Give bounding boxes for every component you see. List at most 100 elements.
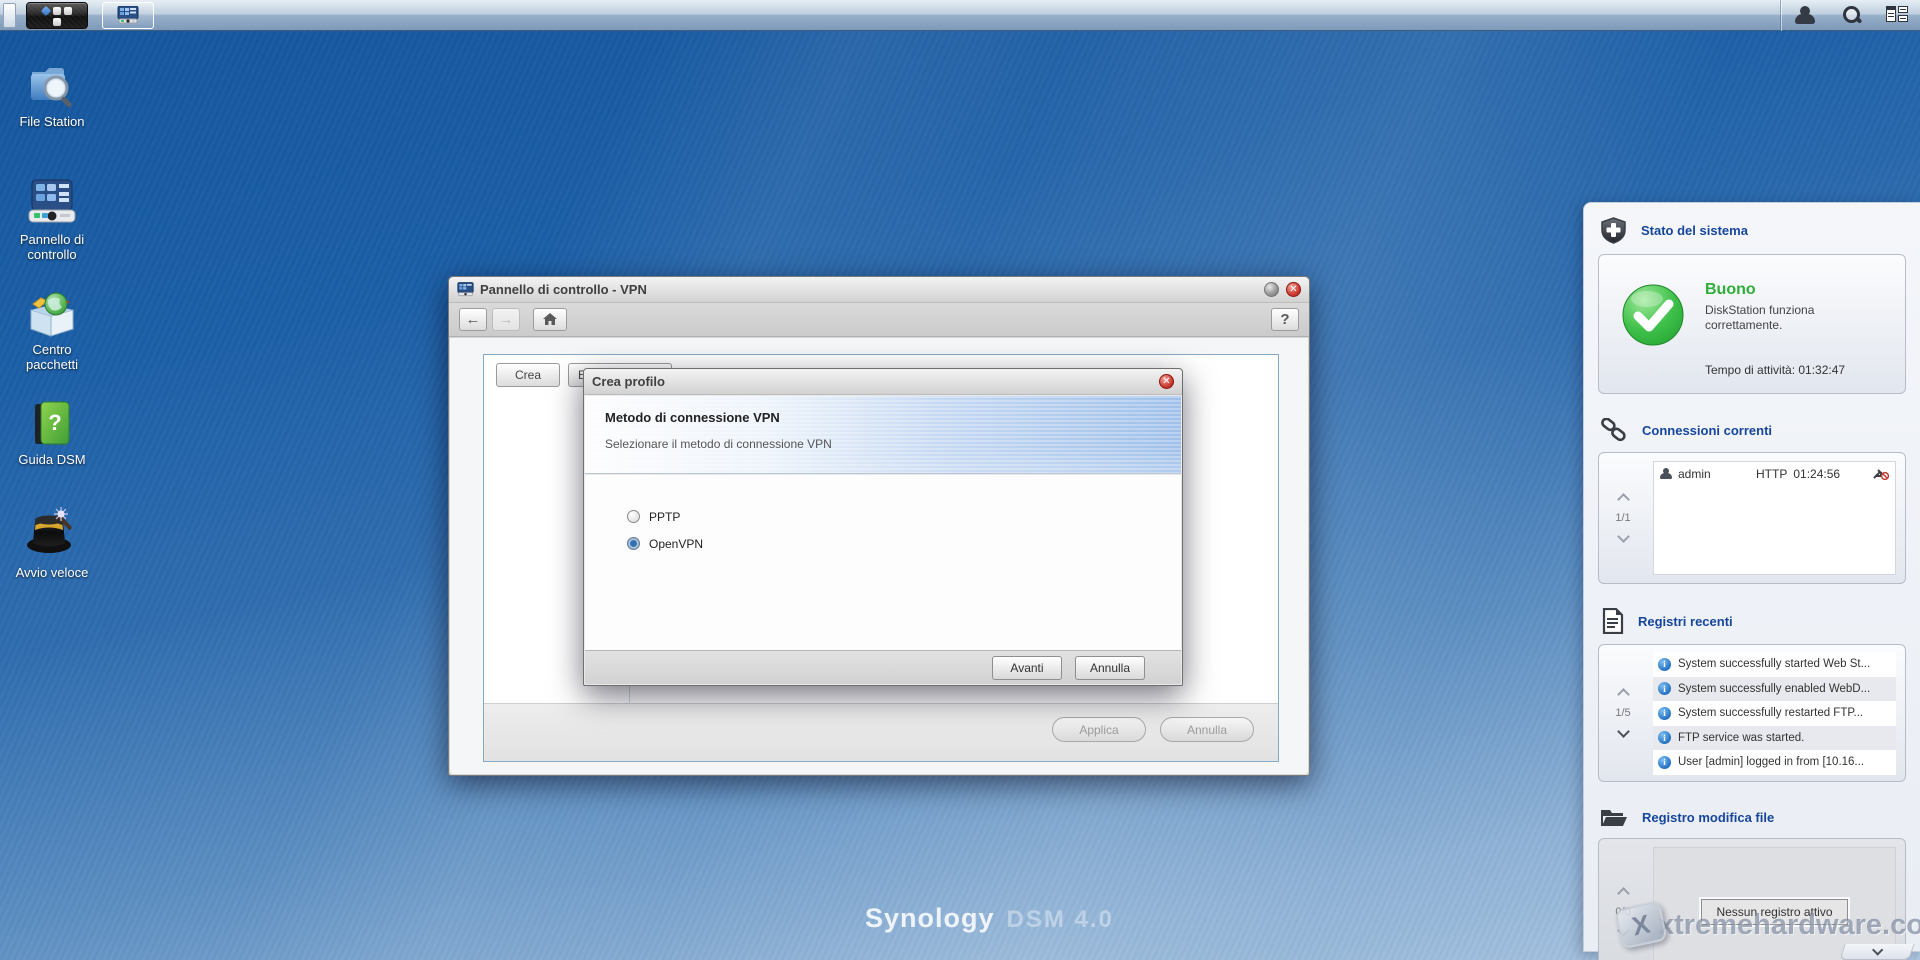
dsm-watermark: Synology DSM 4.0 xyxy=(865,903,1114,934)
control-panel-icon xyxy=(0,178,104,228)
user-menu-button[interactable] xyxy=(1782,0,1828,31)
create-profile-dialog: Crea profilo ✕ Metodo di connessione VPN… xyxy=(583,368,1183,686)
user-icon xyxy=(1660,467,1672,480)
home-button[interactable] xyxy=(533,308,567,331)
uptime-text: Tempo di attività: 01:32:47 xyxy=(1705,363,1846,377)
connections-header: Connessioni correnti xyxy=(1584,404,1920,450)
desktop-icon-label: Centro pacchetti xyxy=(25,342,79,372)
section-title: Connessioni correnti xyxy=(1642,422,1773,438)
log-row: i System successfully restarted FTP... xyxy=(1653,701,1896,726)
window-title: Pannello di controllo - VPN xyxy=(480,282,647,297)
file-station-icon xyxy=(0,62,104,110)
status-ok-icon xyxy=(1621,283,1685,347)
arrow-right-icon: → xyxy=(498,311,514,328)
log-document-icon xyxy=(1602,608,1624,634)
section-title: Stato del sistema xyxy=(1641,223,1748,238)
create-button[interactable]: Crea xyxy=(496,363,560,387)
back-button[interactable]: ← xyxy=(459,308,487,331)
help-icon: ? xyxy=(1280,311,1290,328)
recent-logs-box: 1/5 i System successfully started Web St.… xyxy=(1598,644,1906,782)
user-icon xyxy=(1795,6,1815,24)
log-row: i System successfully enabled WebD... xyxy=(1653,676,1896,701)
dialog-body: PPTP OpenVPN xyxy=(585,475,1181,650)
window-title-icon xyxy=(457,282,474,297)
desktop-icon-dsm-help[interactable]: ? Guida DSM xyxy=(0,400,104,467)
pilot-view-button[interactable] xyxy=(1874,0,1920,31)
panel-footer: Applica Annulla xyxy=(484,703,1278,761)
main-menu-icon xyxy=(40,5,52,16)
dialog-title: Crea profilo xyxy=(592,374,665,389)
main-menu-button[interactable] xyxy=(26,1,88,29)
log-row: i System successfully started Web St... xyxy=(1653,652,1896,677)
info-icon: i xyxy=(1658,682,1671,696)
dialog-subheading: Selezionare il metodo di connessione VPN xyxy=(605,437,832,451)
apply-button[interactable]: Applica xyxy=(1052,717,1146,742)
recent-logs-header: Registri recenti xyxy=(1584,594,1920,642)
site-watermark: X xtremehardware.com xyxy=(1614,900,1920,950)
taskbar-right-group xyxy=(1781,0,1920,31)
desktop-icon-package-center[interactable]: Centro pacchetti xyxy=(0,288,104,372)
site-name: xtremehardware.com xyxy=(1658,908,1920,941)
connection-time: 01:24:56 xyxy=(1793,466,1841,481)
desktop-icon-file-station[interactable]: File Station xyxy=(0,62,104,129)
taskbar xyxy=(0,0,1920,31)
dialog-header: Metodo di connessione VPN Selezionare il… xyxy=(585,396,1181,474)
taskbar-app-control-panel[interactable] xyxy=(102,1,154,29)
dialog-cancel-button[interactable]: Annulla xyxy=(1075,655,1145,680)
window-titlebar[interactable]: Pannello di controllo - VPN ✕ xyxy=(449,277,1309,303)
widget-collapse-button[interactable] xyxy=(1839,944,1915,960)
log-row: i FTP service was started. xyxy=(1653,725,1896,750)
cancel-button[interactable]: Annulla xyxy=(1160,717,1254,742)
chevron-down-icon xyxy=(1871,944,1884,956)
dialog-titlebar[interactable]: Crea profilo ✕ xyxy=(584,369,1182,395)
brand-text: Synology xyxy=(865,903,995,933)
log-row: i User [admin] logged in from [10.16... xyxy=(1653,750,1896,775)
dsm-help-icon: ? xyxy=(0,400,104,448)
disconnect-icon[interactable] xyxy=(1873,468,1889,480)
desktop-icon-label: Avvio veloce xyxy=(15,565,89,580)
window-close-button[interactable]: ✕ xyxy=(1286,282,1301,297)
page-down-icon[interactable] xyxy=(1616,530,1630,543)
section-title: Registri recenti xyxy=(1638,613,1733,629)
home-icon xyxy=(543,313,557,325)
info-icon: i xyxy=(1658,657,1671,671)
system-status-header: Stato del sistema xyxy=(1584,203,1920,252)
system-health-widget: Stato del sistema Buono DiskStation funz… xyxy=(1583,202,1920,960)
info-icon: i xyxy=(1658,731,1671,745)
control-panel-icon xyxy=(117,6,139,24)
status-value: Buono xyxy=(1705,281,1756,298)
file-change-log-header: Registro modifica file xyxy=(1584,792,1920,836)
connection-protocol: HTTP xyxy=(1756,466,1788,481)
page-up-icon[interactable] xyxy=(1616,493,1630,506)
pager-label: 1/5 xyxy=(1615,707,1631,719)
system-status-box: Buono DiskStation funziona correttamente… xyxy=(1598,254,1906,394)
search-button[interactable] xyxy=(1828,0,1874,31)
connection-user: admin xyxy=(1678,466,1711,481)
version-text: DSM 4.0 xyxy=(1006,906,1114,933)
radio-pptp[interactable]: PPTP xyxy=(627,503,1181,530)
desktop-icon-label: Guida DSM xyxy=(18,452,86,467)
logs-pager: 1/5 xyxy=(1599,645,1647,781)
minimize-button[interactable] xyxy=(1264,282,1279,297)
dialog-footer: Avanti Annulla xyxy=(585,650,1181,684)
next-button[interactable]: Avanti xyxy=(992,655,1062,680)
page-up-icon[interactable] xyxy=(1616,688,1630,701)
connection-row: admin HTTP 01:24:56 xyxy=(1654,462,1895,485)
pilot-view-icon xyxy=(1886,6,1908,24)
dialog-close-button[interactable]: ✕ xyxy=(1159,374,1174,389)
connections-pager: 1/1 xyxy=(1599,453,1647,583)
dialog-heading: Metodo di connessione VPN xyxy=(605,410,780,425)
link-icon xyxy=(1601,418,1626,442)
x-logo-icon: X xyxy=(1614,900,1668,950)
desktop-icon-quick-start[interactable]: Avvio veloce xyxy=(0,505,104,580)
page-down-icon[interactable] xyxy=(1616,725,1630,738)
help-button[interactable]: ? xyxy=(1271,308,1299,331)
window-toolbar: ← → ? xyxy=(449,303,1309,337)
show-desktop-button[interactable] xyxy=(3,2,16,28)
radio-openvpn[interactable]: OpenVPN xyxy=(627,530,1181,557)
page-up-icon[interactable] xyxy=(1616,887,1630,900)
quick-start-icon xyxy=(0,505,104,561)
forward-button[interactable]: → xyxy=(492,308,520,331)
package-center-icon xyxy=(0,288,104,338)
desktop-icon-control-panel[interactable]: Pannello di controllo xyxy=(0,178,104,262)
